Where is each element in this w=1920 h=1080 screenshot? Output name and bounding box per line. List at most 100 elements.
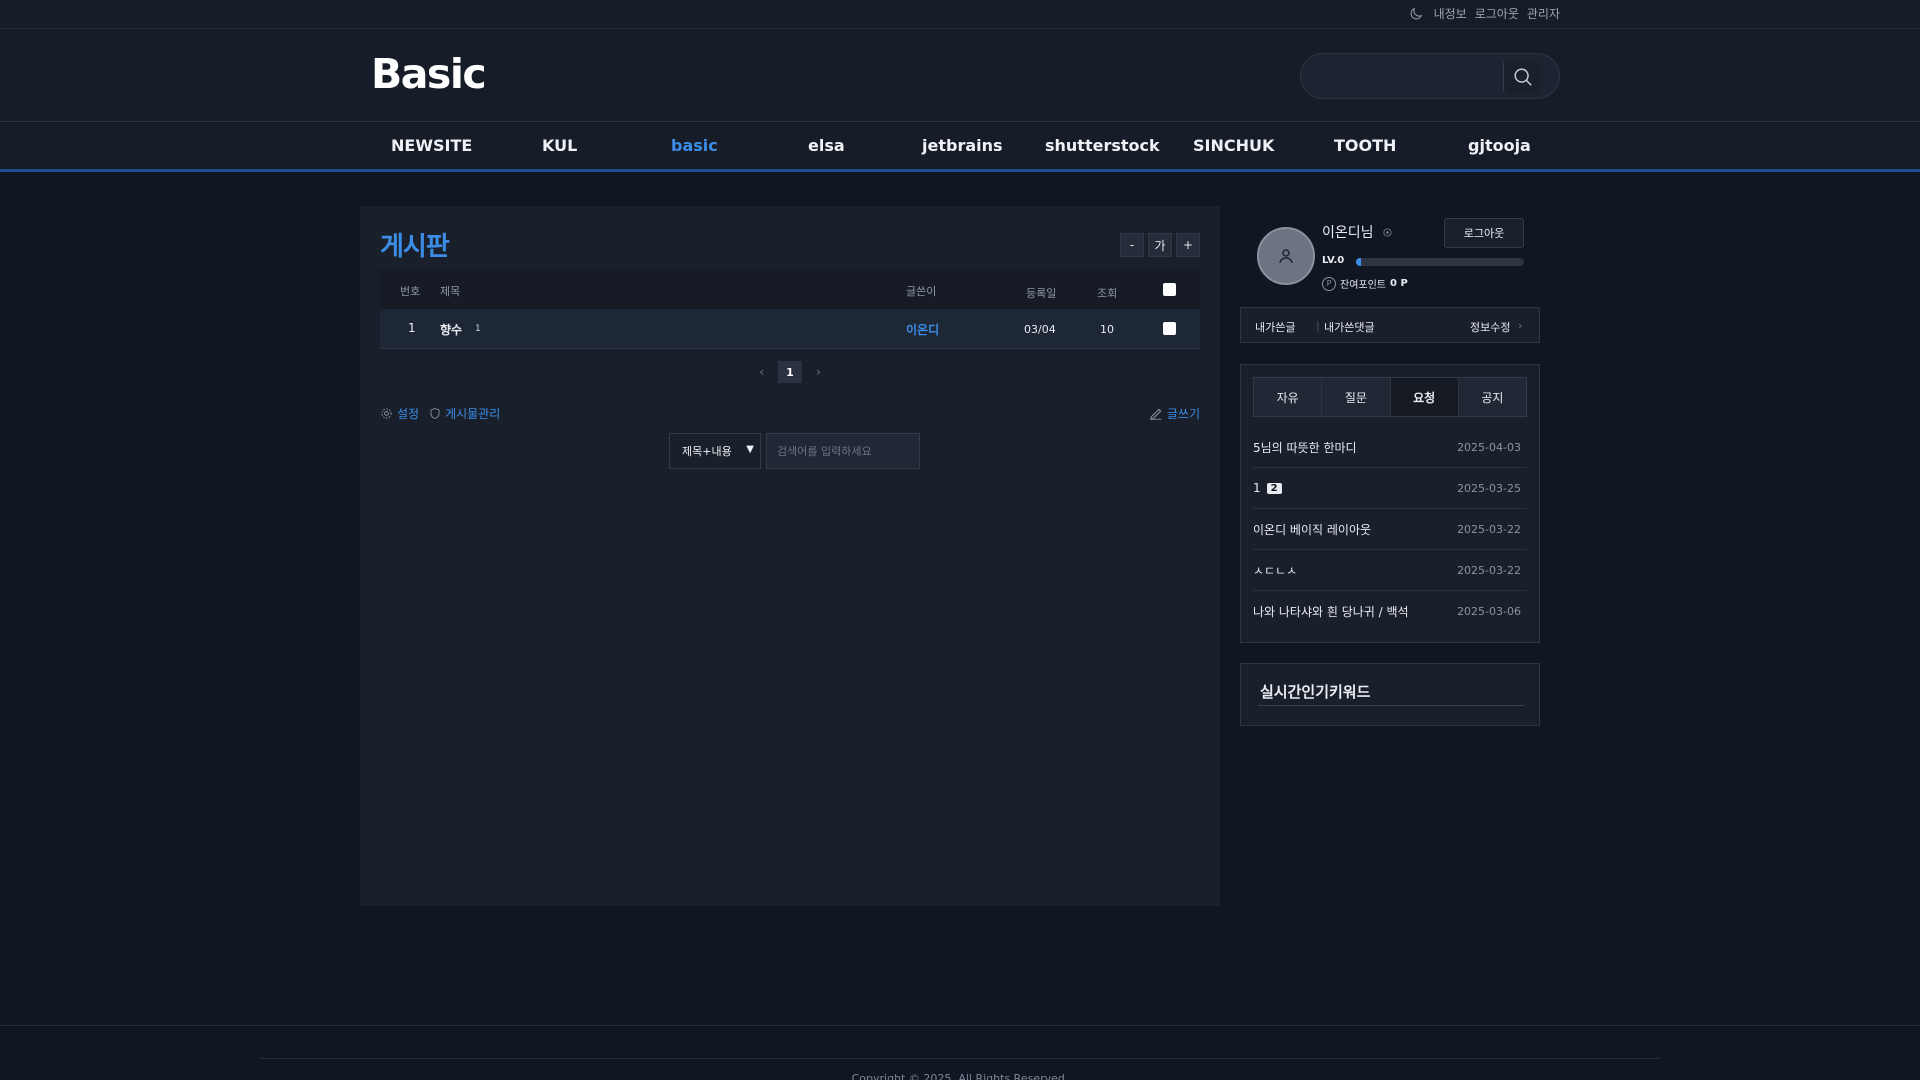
level-progress-bar	[1356, 258, 1524, 266]
profile-points[interactable]: P 잔여포인트 0 P	[1322, 276, 1408, 291]
latest-posts-box: 자유 질문 요청 공지 5님의 따뜻한 한마디 2025-04-03 12 20…	[1240, 364, 1540, 643]
search-field-value: 제목+내용	[682, 445, 732, 458]
search-icon	[1513, 68, 1532, 86]
shield-icon	[430, 408, 440, 419]
settings-small-icon[interactable]	[1382, 227, 1393, 238]
list-item-title[interactable]: 1	[1253, 481, 1261, 495]
board-title: 게시판	[380, 232, 450, 262]
row-comment-count: 1	[475, 324, 481, 334]
profile-logout-button[interactable]: 로그아웃	[1444, 218, 1524, 248]
pagination: ‹ 1 ›	[360, 361, 1220, 383]
current-page[interactable]: 1	[778, 361, 802, 383]
my-menu: 내가쓴글 | 내가쓴댓글 정보수정 ›	[1240, 307, 1540, 343]
search-field-select[interactable]: 제목+내용 ▼	[669, 433, 761, 469]
row-num: 1	[408, 321, 416, 335]
admin-link[interactable]: 관리자	[1527, 5, 1560, 22]
divider	[1258, 705, 1524, 706]
list-item[interactable]: 12 2025-03-25	[1253, 468, 1527, 509]
profile-box: 이온디님 로그아웃 LV.0 P 잔여포인트 0 P	[1240, 214, 1540, 299]
row-date: 03/04	[1024, 323, 1056, 336]
prev-page-icon[interactable]: ‹	[759, 365, 764, 379]
level-progress-fill	[1356, 258, 1362, 266]
moon-icon[interactable]	[1408, 6, 1424, 22]
my-comments-link[interactable]: 내가쓴댓글	[1316, 319, 1375, 335]
pencil-icon	[1149, 408, 1162, 420]
my-posts-link[interactable]: 내가쓴글	[1255, 319, 1295, 335]
list-item-title[interactable]: 5님의 따뜻한 한마디	[1253, 439, 1357, 456]
list-item-date: 2025-03-22	[1457, 563, 1521, 577]
list-item[interactable]: 이온디 베이직 레이아웃 2025-03-22	[1253, 509, 1527, 550]
settings-button[interactable]: 설정	[380, 405, 419, 422]
header-search-box[interactable]	[1300, 53, 1560, 99]
top-utility-bar: 내정보 로그아웃 관리자	[0, 0, 1920, 29]
row-writer[interactable]: 이온디	[906, 321, 939, 338]
col-subject: 제목	[440, 285, 461, 298]
user-icon	[1279, 249, 1293, 263]
list-item-title[interactable]: ㅅㄷㄴㅅ	[1253, 562, 1297, 579]
tab-notice[interactable]: 공지	[1459, 378, 1526, 416]
list-item-title[interactable]: 나와 나타샤와 흰 당나귀 / 백석	[1253, 603, 1409, 620]
chevron-right-icon: ›	[1518, 319, 1523, 332]
font-decrease-button[interactable]: -	[1120, 233, 1144, 257]
write-label: 글쓰기	[1166, 407, 1200, 421]
site-header: Basic	[0, 29, 1920, 122]
col-writer[interactable]: 글쓴이	[906, 283, 936, 299]
header-search-button[interactable]	[1503, 60, 1541, 94]
gear-icon	[381, 408, 392, 419]
list-item[interactable]: ㅅㄷㄴㅅ 2025-03-22	[1253, 550, 1527, 591]
next-page-icon[interactable]: ›	[816, 365, 821, 379]
comment-count-badge: 2	[1266, 482, 1282, 494]
font-size-controls: - 가 +	[1120, 233, 1200, 257]
board-search-placeholder: 검색어를 입력하세요	[777, 445, 872, 458]
point-label: 잔여포인트	[1340, 280, 1386, 291]
my-info-link[interactable]: 내정보	[1434, 5, 1467, 22]
latest-list: 5님의 따뜻한 한마디 2025-04-03 12 2025-03-25 이온디…	[1253, 427, 1527, 632]
list-item[interactable]: 나와 나타샤와 흰 당나귀 / 백석 2025-03-06	[1253, 591, 1527, 632]
settings-label: 설정	[397, 407, 420, 421]
manage-posts-button[interactable]: 게시물관리	[429, 405, 500, 422]
point-icon: P	[1322, 276, 1336, 291]
font-default-button[interactable]: 가	[1148, 233, 1172, 257]
list-item-date: 2025-04-03	[1457, 440, 1521, 454]
chevron-down-icon: ▼	[746, 444, 754, 455]
col-hit[interactable]: 조회	[1097, 285, 1117, 301]
nav-item-tooth[interactable]: TOOTH	[1334, 136, 1396, 155]
nav-item-shutterstock[interactable]: shutterstock	[1045, 136, 1160, 155]
row-hit: 10	[1100, 323, 1114, 336]
tab-request[interactable]: 요청	[1390, 378, 1459, 416]
site-logo[interactable]: Basic	[371, 50, 487, 98]
popular-keywords-box: 실시간인기키워드	[1240, 663, 1540, 726]
board-search-input[interactable]: 검색어를 입력하세요	[766, 433, 920, 469]
nav-item-kul[interactable]: KUL	[542, 136, 577, 155]
nav-item-newsite[interactable]: NEWSITE	[391, 136, 472, 155]
manage-posts-label: 게시물관리	[445, 407, 501, 421]
select-all-checkbox[interactable]	[1163, 283, 1176, 296]
nav-item-gjtooja[interactable]: gjtooja	[1468, 136, 1531, 155]
font-increase-button[interactable]: +	[1176, 233, 1200, 257]
profile-level: LV.0	[1322, 255, 1345, 266]
logout-link[interactable]: 로그아웃	[1475, 5, 1519, 22]
nav-item-sinchuk[interactable]: SINCHUK	[1193, 136, 1274, 155]
table-header: 번호 제목 글쓴이 등록일 조회	[380, 269, 1200, 309]
tab-free[interactable]: 자유	[1254, 378, 1323, 416]
footer-divider	[0, 1025, 1920, 1026]
tab-question[interactable]: 질문	[1322, 378, 1391, 416]
profile-name[interactable]: 이온디님	[1322, 222, 1374, 242]
nav-item-elsa[interactable]: elsa	[808, 136, 845, 155]
latest-tabs: 자유 질문 요청 공지	[1253, 377, 1527, 417]
col-date[interactable]: 등록일	[1026, 285, 1056, 301]
list-item-date: 2025-03-25	[1457, 481, 1521, 495]
edit-profile-link[interactable]: 정보수정	[1470, 319, 1510, 335]
col-num: 번호	[400, 285, 421, 298]
main-nav: NEWSITE KUL basic elsa jetbrains shutter…	[0, 122, 1920, 172]
top-links: 내정보 로그아웃 관리자	[1408, 5, 1560, 22]
nav-item-jetbrains[interactable]: jetbrains	[922, 136, 1003, 155]
list-item-title[interactable]: 이온디 베이직 레이아웃	[1253, 521, 1371, 538]
row-checkbox[interactable]	[1163, 322, 1176, 335]
table-row[interactable]: 1 향수 1 이온디 03/04 10	[380, 309, 1200, 349]
avatar[interactable]	[1257, 227, 1315, 285]
list-item[interactable]: 5님의 따뜻한 한마디 2025-04-03	[1253, 427, 1527, 468]
row-subject[interactable]: 향수	[440, 321, 462, 338]
nav-item-basic[interactable]: basic	[671, 136, 718, 155]
write-button[interactable]: 글쓰기	[1149, 405, 1200, 422]
